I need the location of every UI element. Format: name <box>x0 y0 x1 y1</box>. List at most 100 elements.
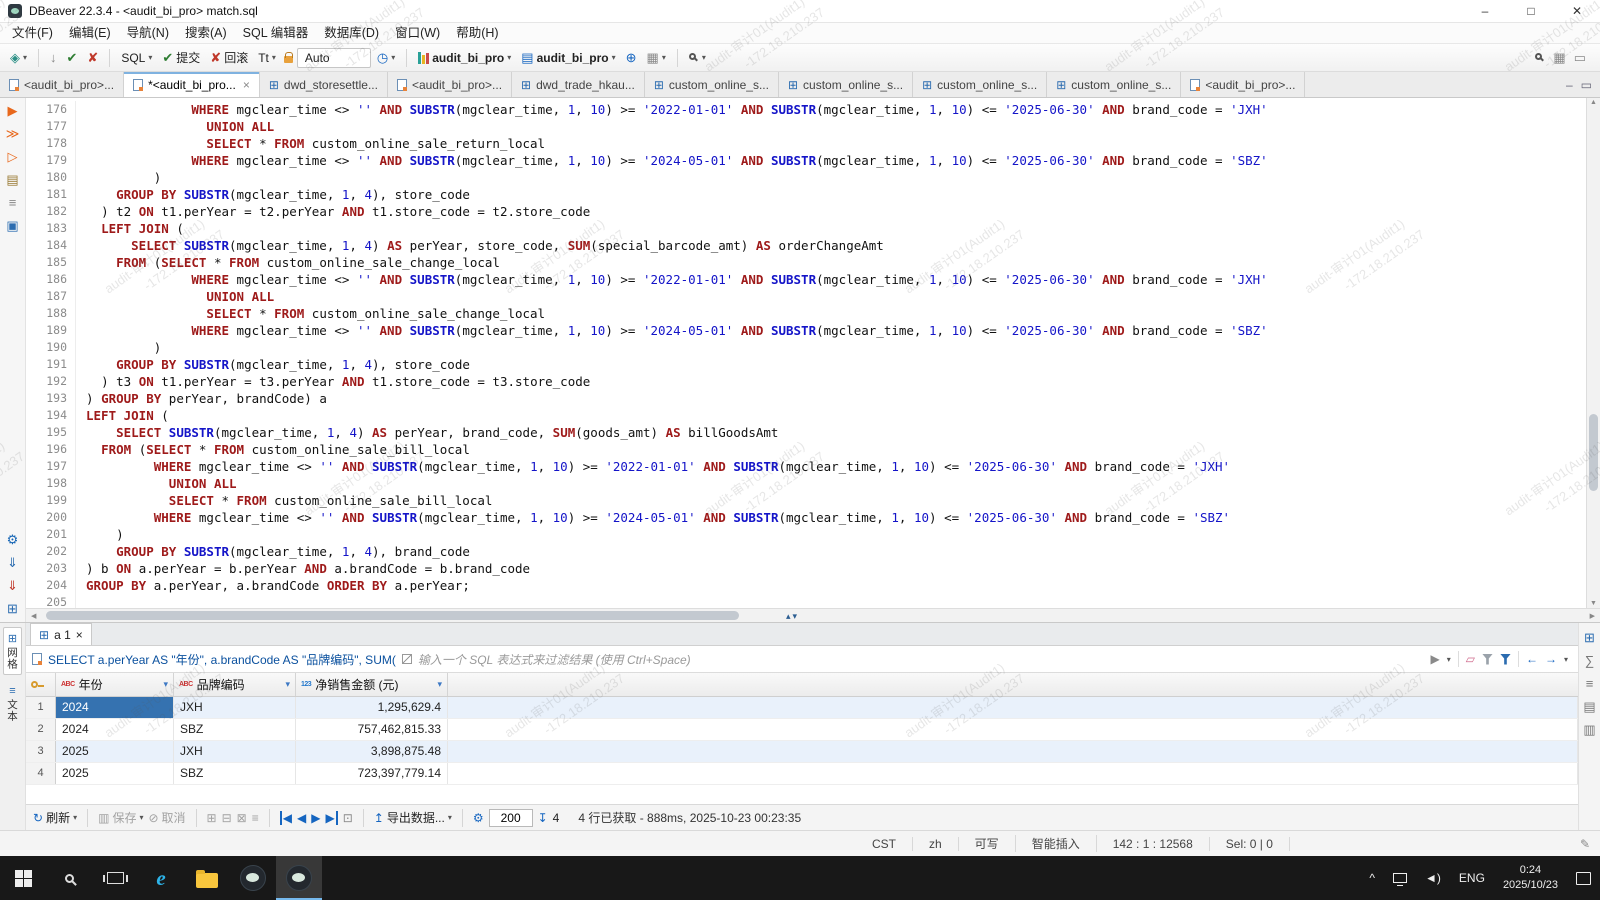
row-number[interactable]: 4 <box>26 763 56 784</box>
maximize-editor-icon[interactable]: ▭ <box>1581 78 1592 92</box>
grid-cell[interactable]: 2025 <box>56 741 174 762</box>
filter-input[interactable]: 输入一个 SQL 表达式来过滤结果 (使用 Ctrl+Space) <box>418 651 1425 668</box>
sync-button[interactable]: ↓ <box>46 49 61 66</box>
search-button[interactable]: ▾ <box>685 51 710 64</box>
duplicate-row-icon[interactable]: ⊟ <box>222 811 232 825</box>
language-indicator[interactable]: ENG <box>1450 856 1494 900</box>
scroll-down-icon[interactable]: ▼ <box>1587 600 1600 607</box>
editor-tab[interactable]: ⊞custom_online_s... <box>779 72 913 97</box>
table-row[interactable]: 12024JXH1,295,629.4 <box>26 697 1578 719</box>
data-transfer-icon[interactable]: ⇓ <box>7 579 18 593</box>
panel-calc-icon[interactable]: ∑ <box>1585 654 1594 668</box>
clear-filter-icon[interactable] <box>1482 654 1493 665</box>
grid-cell[interactable]: JXH <box>174 697 296 718</box>
column-header[interactable]: 123净销售金额 (元)▾ <box>296 673 448 696</box>
first-row-icon[interactable]: ◀ <box>280 811 292 825</box>
row-number[interactable]: 1 <box>26 697 56 718</box>
column-header[interactable]: ABC年份▾ <box>56 673 174 696</box>
execute-script-icon[interactable]: ≫ <box>6 127 20 141</box>
row-number[interactable]: 2 <box>26 719 56 740</box>
editor-tab[interactable]: *<audit_bi_pro...× <box>124 72 260 97</box>
dbeaver-taskbar-button-active[interactable] <box>276 856 322 900</box>
volume-tray-button[interactable]: ◄) <box>1416 856 1450 900</box>
explain-plan-icon[interactable]: ▤ <box>6 173 18 187</box>
grid-cell[interactable]: 1,295,629.4 <box>296 697 448 718</box>
result-grid-icon[interactable]: ⊞ <box>7 602 18 616</box>
panel-grid-icon[interactable]: ⊞ <box>1584 631 1595 645</box>
action-center-button[interactable] <box>1567 856 1600 900</box>
sort-icon[interactable]: ▾ <box>163 679 168 690</box>
expand-filter-icon[interactable] <box>402 654 412 664</box>
sort-icon[interactable]: ▾ <box>437 679 442 690</box>
chevron-down-icon[interactable]: ▾ <box>1447 655 1451 664</box>
zoom-cell-icon[interactable]: ⊡ <box>343 811 353 825</box>
gear-icon[interactable]: ⚙ <box>473 811 484 825</box>
menubar-item[interactable]: 文件(F) <box>4 23 61 44</box>
schema-button[interactable]: ▦ ▾ <box>643 49 670 66</box>
menubar-item[interactable]: 帮助(H) <box>448 23 506 44</box>
history-back-icon[interactable]: ← <box>1526 652 1538 666</box>
open-perspective-icon[interactable]: ▦ <box>1553 51 1565 64</box>
editor-tab[interactable]: ⊞dwd_trade_hkau... <box>512 72 645 97</box>
grid-cell[interactable]: JXH <box>174 741 296 762</box>
scroll-right-icon[interactable]: ▶ <box>1587 609 1598 622</box>
export-file-icon[interactable]: ⇓ <box>7 556 18 570</box>
grid-cell[interactable]: SBZ <box>174 719 296 740</box>
last-row-icon[interactable]: ▶ <box>325 811 337 825</box>
fetch-size-input[interactable] <box>489 809 533 827</box>
panel-metadata-icon[interactable]: ≡ <box>1586 677 1594 691</box>
clock[interactable]: 0:24 2025/10/23 <box>1494 856 1567 900</box>
table-row[interactable]: 22024SBZ757,462,815.33 <box>26 719 1578 741</box>
maximize-button[interactable]: □ <box>1508 0 1554 22</box>
grid-cell[interactable]: 3,898,875.48 <box>296 741 448 762</box>
splitter-handle-icon[interactable]: ▴▾ <box>786 611 799 622</box>
connection-selector[interactable]: audit_bi_pro ▾ <box>414 49 515 67</box>
editor-tab[interactable]: <audit_bi_pro>... <box>0 72 124 97</box>
execute-statement-icon[interactable]: ▶ <box>8 104 18 118</box>
row-number-header[interactable] <box>26 673 56 696</box>
rollback-button[interactable]: ✘ 回滚 <box>206 47 252 68</box>
delete-row-icon[interactable]: ⊠ <box>237 811 247 825</box>
minimize-button[interactable]: – <box>1462 0 1508 22</box>
menubar-item[interactable]: 数据库(D) <box>316 23 387 44</box>
grid-cell[interactable]: 757,462,815.33 <box>296 719 448 740</box>
scroll-up-icon[interactable]: ▲ <box>1587 99 1600 106</box>
task-view-button[interactable] <box>92 856 138 900</box>
result-tab[interactable]: ⊞ a 1 × <box>30 623 92 645</box>
editor-tab[interactable]: <audit_bi_pro>... <box>1181 72 1305 97</box>
close-result-tab-icon[interactable]: × <box>76 628 83 642</box>
sort-icon[interactable]: ▾ <box>285 679 290 690</box>
chevron-down-icon[interactable]: ▾ <box>1564 655 1568 664</box>
link-editor-button[interactable]: ⊕ <box>622 49 641 66</box>
result-grid[interactable]: ABC年份▾ABC品牌编码▾123净销售金额 (元)▾12024JXH1,295… <box>26 673 1578 804</box>
sql-menu-button[interactable]: SQL ▾ <box>117 49 156 67</box>
history-forward-icon[interactable]: → <box>1545 652 1557 666</box>
outline-icon[interactable]: ≡ <box>9 196 17 210</box>
next-row-icon[interactable]: ▶ <box>311 811 320 825</box>
settings-icon[interactable]: ⚙ <box>7 533 19 547</box>
menubar-item[interactable]: 窗口(W) <box>387 23 448 44</box>
start-button[interactable] <box>0 856 46 900</box>
menubar-item[interactable]: 搜索(A) <box>177 23 235 44</box>
vscroll-thumb[interactable] <box>1589 414 1598 491</box>
minimize-editor-icon[interactable]: – <box>1566 78 1573 92</box>
menubar-item[interactable]: 编辑(E) <box>61 23 119 44</box>
grid-cell[interactable]: 2024 <box>56 719 174 740</box>
grid-cell[interactable]: 723,397,779.14 <box>296 763 448 784</box>
editor-tab[interactable]: <audit_bi_pro>... <box>388 72 512 97</box>
output-console-icon[interactable]: ▣ <box>6 219 18 233</box>
editor-tab[interactable]: ⊞custom_online_s... <box>645 72 779 97</box>
editor-tab[interactable]: ⊞dwd_storesettle... <box>260 72 388 97</box>
execute-new-tab-icon[interactable]: ▷ <box>8 150 18 164</box>
editor-hscrollbar[interactable]: ◀ ▶ <box>26 608 1600 622</box>
quick-search-icon[interactable] <box>1535 53 1542 60</box>
editor-tab[interactable]: ⊞custom_online_s... <box>1047 72 1181 97</box>
editor-layout-icon[interactable]: ▭ <box>1574 51 1586 64</box>
file-explorer-button[interactable] <box>184 856 230 900</box>
dbeaver-taskbar-button[interactable] <box>230 856 276 900</box>
hscroll-thumb[interactable] <box>46 611 739 620</box>
network-tray-button[interactable] <box>1384 856 1416 900</box>
row-number[interactable]: 3 <box>26 741 56 762</box>
editor-tab[interactable]: ⊞custom_online_s... <box>913 72 1047 97</box>
transaction-mode-button[interactable]: Tt ▾ <box>254 49 280 67</box>
